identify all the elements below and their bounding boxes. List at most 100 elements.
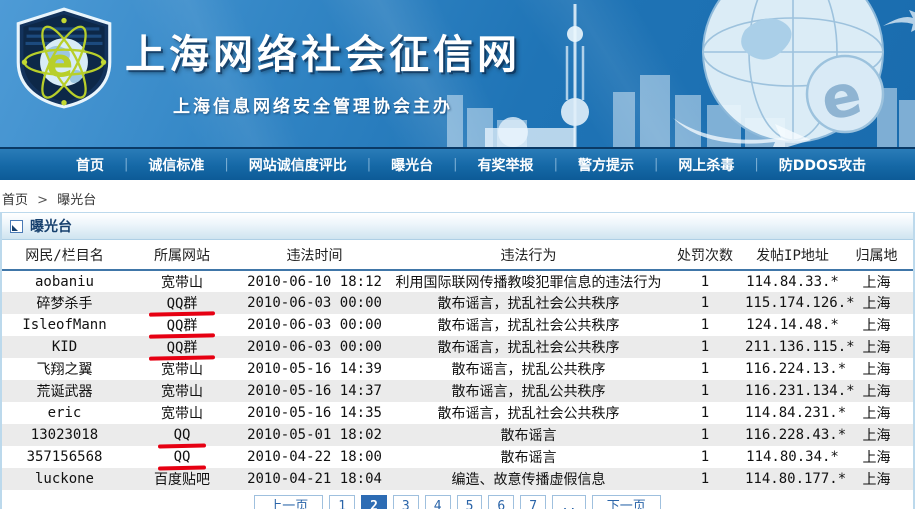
main-nav: 首页|诚信标准|网站诚信度评比|曝光台|有奖举报|警方提示|网上杀毒|防DDOS… — [0, 147, 915, 180]
cell-count: 1 — [665, 292, 745, 314]
table-row: 荒诞武器宽带山2010-05-16 14:37散布谣言，扰乱公共秩序1116.2… — [2, 380, 913, 402]
nav-separator: | — [367, 157, 371, 172]
pagination-page-button-5[interactable]: 5 — [457, 495, 483, 509]
nav-item-7[interactable]: 防DDOS攻击 — [773, 155, 872, 175]
cell-ip: 124.14.48.* — [745, 314, 840, 336]
nav-item-5[interactable]: 警方提示 — [572, 155, 640, 175]
cell-ip: 114.84.231.* — [745, 402, 840, 424]
pagination-prev-button[interactable]: 上一页 — [254, 495, 323, 509]
section-header: 曝光台 — [2, 212, 913, 240]
pagination-page-button-3[interactable]: 3 — [393, 495, 419, 509]
cell-region: 上海 — [840, 336, 913, 358]
cell-time: 2010-05-01 18:02 — [237, 424, 392, 446]
cell-name: 荒诞武器 — [2, 380, 127, 402]
cell-count: 1 — [665, 468, 745, 490]
cell-ip: 114.80.177.* — [745, 468, 840, 490]
cell-time: 2010-06-03 00:00 — [237, 314, 392, 336]
nav-separator: | — [654, 157, 658, 172]
table-row: 碎梦杀手QQ群2010-06-03 00:00散布谣言，扰乱社会公共秩序1115… — [2, 292, 913, 314]
cell-time: 2010-05-16 14:37 — [237, 380, 392, 402]
cell-region: 上海 — [840, 358, 913, 380]
cell-violation: 散布谣言，扰乱社会公共秩序 — [392, 402, 665, 424]
section-bullet-icon — [10, 220, 23, 233]
cell-ip: 114.80.34.* — [745, 446, 840, 468]
cell-site: 宽带山 — [127, 402, 237, 424]
table-row: luckone百度贴吧2010-04-21 18:04编造、故意传播虚假信息11… — [2, 468, 913, 490]
table-row: 飞翔之翼宽带山2010-05-16 14:39散布谣言，扰乱公共秩序1116.2… — [2, 358, 913, 380]
nav-item-3[interactable]: 曝光台 — [385, 155, 439, 175]
site-title: 上海网络社会征信网 — [125, 22, 521, 80]
site-banner: e 上海网络社会征信网 上海信息网络安全管理协会主办 — [0, 0, 915, 147]
table-row: KIDQQ群2010-06-03 00:00散布谣言，扰乱社会公共秩序1211.… — [2, 336, 913, 358]
cell-count: 1 — [665, 314, 745, 336]
violations-table: 网民/栏目名所属网站违法时间违法行为处罚次数发帖IP地址归属地 aobaniu宽… — [2, 240, 913, 490]
cell-ip: 116.231.134.* — [745, 380, 840, 402]
cell-site: QQ群 — [127, 314, 237, 336]
column-header-4: 处罚次数 — [665, 240, 745, 270]
cell-region: 上海 — [840, 446, 913, 468]
pagination-page-button-4[interactable]: 4 — [425, 495, 451, 509]
cell-name: 碎梦杀手 — [2, 292, 127, 314]
nav-item-1[interactable]: 诚信标准 — [142, 155, 210, 175]
cell-site: QQ群 — [127, 292, 237, 314]
cell-violation: 散布谣言，扰乱社会公共秩序 — [392, 292, 665, 314]
breadcrumb: 首页 > 曝光台 — [0, 180, 915, 212]
cell-count: 1 — [665, 336, 745, 358]
cell-name: 13023018 — [2, 424, 127, 446]
column-header-5: 发帖IP地址 — [745, 240, 840, 270]
pagination-page-button-1[interactable]: 1 — [329, 495, 355, 509]
nav-item-0[interactable]: 首页 — [70, 155, 110, 175]
cell-count: 1 — [665, 380, 745, 402]
breadcrumb-separator: > — [37, 193, 48, 208]
exposure-panel: 曝光台 网民/栏目名所属网站违法时间违法行为处罚次数发帖IP地址归属地 aoba… — [0, 212, 915, 509]
cell-violation: 利用国际联网传播教唆犯罪信息的违法行为 — [392, 270, 665, 292]
nav-separator: | — [754, 157, 758, 172]
cell-name: eric — [2, 402, 127, 424]
column-header-2: 违法时间 — [237, 240, 392, 270]
cell-count: 1 — [665, 402, 745, 424]
pagination-next-button[interactable]: 下一页 — [592, 495, 661, 509]
breadcrumb-home-link[interactable]: 首页 — [2, 193, 28, 208]
pagination-page-button-..[interactable]: .. — [552, 495, 586, 509]
cell-ip: 116.224.13.* — [745, 358, 840, 380]
cell-ip: 211.136.115.* — [745, 336, 840, 358]
site-subtitle: 上海信息网络安全管理协会主办 — [173, 92, 521, 117]
cell-ip: 115.174.126.* — [745, 292, 840, 314]
column-header-3: 违法行为 — [392, 240, 665, 270]
column-header-1: 所属网站 — [127, 240, 237, 270]
cell-site: 宽带山 — [127, 358, 237, 380]
cell-ip: 116.228.43.* — [745, 424, 840, 446]
cell-name: luckone — [2, 468, 127, 490]
cell-violation: 散布谣言 — [392, 424, 665, 446]
section-title: 曝光台 — [30, 216, 72, 236]
pagination-page-button-6[interactable]: 6 — [488, 495, 514, 509]
cell-site: 宽带山 — [127, 270, 237, 292]
cell-region: 上海 — [840, 270, 913, 292]
nav-item-2[interactable]: 网站诚信度评比 — [243, 155, 353, 175]
pagination-page-button-7[interactable]: 7 — [520, 495, 546, 509]
nav-item-4[interactable]: 有奖举报 — [472, 155, 540, 175]
cell-site: 百度贴吧 — [127, 468, 237, 490]
table-row: IsleofMannQQ群2010-06-03 00:00散布谣言，扰乱社会公共… — [2, 314, 913, 336]
cell-site: QQ — [127, 446, 237, 468]
cell-region: 上海 — [840, 402, 913, 424]
cell-name: 飞翔之翼 — [2, 358, 127, 380]
cell-name: aobaniu — [2, 270, 127, 292]
column-header-0: 网民/栏目名 — [2, 240, 127, 270]
nav-separator: | — [124, 157, 128, 172]
cell-time: 2010-06-03 00:00 — [237, 336, 392, 358]
nav-separator: | — [224, 157, 228, 172]
cell-violation: 散布谣言，扰乱公共秩序 — [392, 380, 665, 402]
cell-region: 上海 — [840, 314, 913, 336]
nav-item-6[interactable]: 网上杀毒 — [672, 155, 740, 175]
cell-count: 1 — [665, 358, 745, 380]
pagination: 上一页 1234567.. 下一页 — [2, 495, 913, 509]
pagination-page-button-2[interactable]: 2 — [361, 495, 387, 509]
cell-name: KID — [2, 336, 127, 358]
cell-region: 上海 — [840, 292, 913, 314]
cell-name: 357156568 — [2, 446, 127, 468]
cell-violation: 编造、故意传播虚假信息 — [392, 468, 665, 490]
table-row: 13023018QQ2010-05-01 18:02散布谣言1116.228.4… — [2, 424, 913, 446]
table-row: 357156568QQ2010-04-22 18:00散布谣言1114.80.3… — [2, 446, 913, 468]
cell-time: 2010-06-10 18:12 — [237, 270, 392, 292]
